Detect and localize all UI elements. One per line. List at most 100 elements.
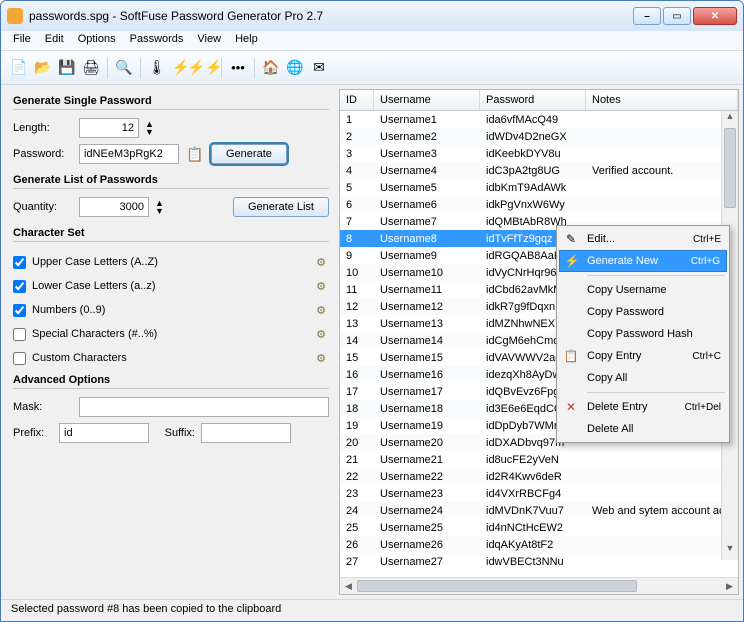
scroll-thumb[interactable] [724,128,736,208]
save-icon[interactable]: 💾 [57,58,77,78]
web-icon[interactable]: 🌐 [285,58,305,78]
quantity-label: Quantity: [13,201,73,213]
password-label: Password: [13,148,73,160]
table-row[interactable]: 5Username5idbKmT9AdAWk [340,179,738,196]
copy-icon: 📋 [563,349,579,363]
table-row[interactable]: 2Username2idWDv4D2neGX [340,128,738,145]
suffix-label: Suffix: [155,427,195,439]
titlebar[interactable]: passwords.spg - SoftFuse Password Genera… [1,1,743,31]
copy-icon[interactable]: 📋 [185,144,205,164]
home-icon[interactable]: 🏠 [261,58,281,78]
cm-delete-entry[interactable]: ✕ Delete EntryCtrl+Del [559,396,727,418]
status-text: Selected password #8 has been copied to … [11,603,281,615]
scroll-left-arrow[interactable]: ◀ [340,578,357,594]
cm-generate-new[interactable]: ⚡ Generate NewCtrl+G [559,250,727,272]
scroll-down-arrow[interactable]: ▼ [722,543,738,560]
menu-passwords[interactable]: Passwords [124,33,190,48]
table-row[interactable]: 1Username1ida6vfMAcQ49 [340,111,738,128]
spinner-icon[interactable]: ▲▼ [145,120,154,136]
password-output[interactable] [79,144,179,164]
delete-icon: ✕ [563,400,579,414]
minimize-button[interactable] [633,7,661,25]
scroll-up-arrow[interactable]: ▲ [722,111,738,128]
gear-icon[interactable]: ⚙ [313,326,329,342]
cell-username: Username15 [374,352,480,364]
context-menu: ✎ Edit...Ctrl+E ⚡ Generate NewCtrl+G Cop… [556,225,730,443]
cm-copy-hash[interactable]: Copy Password Hash [559,323,727,345]
cell-id: 13 [340,318,374,330]
mask-icon[interactable]: ••• [228,58,248,78]
length-input[interactable] [79,118,139,138]
cell-password: ida6vfMAcQ49 [480,114,586,126]
menu-file[interactable]: File [7,33,37,48]
spinner-icon[interactable]: ▲▼ [155,199,164,215]
horizontal-scrollbar[interactable]: ◀ ▶ [340,577,738,594]
col-id[interactable]: ID [340,90,374,110]
table-row[interactable]: 22Username22id2R4Kwv6deR [340,468,738,485]
generate-button[interactable]: Generate [211,144,287,164]
mask-label: Mask: [13,401,73,413]
cell-id: 6 [340,199,374,211]
cell-password: idqAKyAt8tF2 [480,539,586,551]
special-checkbox[interactable] [13,328,26,341]
search-icon[interactable]: 🔍 [114,58,134,78]
generate-list-button[interactable]: Generate List [233,197,329,217]
cm-edit[interactable]: ✎ Edit...Ctrl+E [559,228,727,250]
custom-checkbox[interactable] [13,352,26,365]
menu-help[interactable]: Help [229,33,264,48]
table-row[interactable]: 21Username21id8ucFE2yVeN [340,451,738,468]
table-row[interactable]: 6Username6idkPgVnxW6Wy [340,196,738,213]
scroll-right-arrow[interactable]: ▶ [721,578,738,594]
table-row[interactable]: 26Username26idqAKyAt8tF2 [340,536,738,553]
mail-icon[interactable]: ✉ [309,58,329,78]
cell-id: 16 [340,369,374,381]
cell-username: Username8 [374,233,480,245]
statusbar: Selected password #8 has been copied to … [1,599,743,621]
suffix-input[interactable] [201,423,291,443]
quantity-input[interactable] [79,197,149,217]
cm-copy-password[interactable]: Copy Password [559,301,727,323]
cell-username: Username9 [374,250,480,262]
numbers-label: Numbers (0..9) [32,304,105,316]
gear-icon[interactable]: ⚙ [313,302,329,318]
edit-icon: ✎ [563,232,579,246]
custom-label: Custom Characters [32,352,127,364]
lower-checkbox[interactable] [13,280,26,293]
prefix-input[interactable] [59,423,149,443]
menu-options[interactable]: Options [72,33,122,48]
col-password[interactable]: Password [480,90,586,110]
open-file-icon[interactable]: 📂 [33,58,53,78]
print-icon[interactable]: 🖨 [81,58,101,78]
cm-copy-username[interactable]: Copy Username [559,279,727,301]
cell-password: id4nNCtHcEW2 [480,522,586,534]
table-row[interactable]: 24Username24idMVDnK7Vuu7Web and sytem ac… [340,502,738,519]
numbers-checkbox[interactable] [13,304,26,317]
cell-username: Username18 [374,403,480,415]
maximize-button[interactable] [663,7,691,25]
table-row[interactable]: 3Username3idKeebkDYV8u [340,145,738,162]
table-row[interactable]: 4Username4idC3pA2tg8UGVerified account. [340,162,738,179]
gear-icon[interactable]: ⚙ [313,278,329,294]
upper-checkbox[interactable] [13,256,26,269]
thermometer-icon[interactable]: 🌡 [147,58,167,78]
gear-icon[interactable]: ⚙ [313,254,329,270]
gear-icon[interactable]: ⚙ [313,350,329,366]
cell-id: 24 [340,505,374,517]
table-row[interactable]: 27Username27idwVBECt3NNu [340,553,738,570]
table-row[interactable]: 25Username25id4nNCtHcEW2 [340,519,738,536]
close-button[interactable] [693,7,737,25]
col-notes[interactable]: Notes [586,90,738,110]
col-username[interactable]: Username [374,90,480,110]
cell-id: 11 [340,284,374,296]
table-row[interactable]: 23Username23id4VXrRBCFg4 [340,485,738,502]
new-file-icon[interactable]: 📄 [9,58,29,78]
cm-copy-all[interactable]: Copy All [559,367,727,389]
cm-copy-entry[interactable]: 📋 Copy EntryCtrl+C [559,345,727,367]
cm-delete-all[interactable]: Delete All [559,418,727,440]
menu-view[interactable]: View [191,33,227,48]
mask-input[interactable] [79,397,329,417]
menu-edit[interactable]: Edit [39,33,70,48]
cell-username: Username21 [374,454,480,466]
generate-list-icon[interactable]: ⚡⚡ [195,58,215,78]
scroll-thumb-h[interactable] [357,580,637,592]
